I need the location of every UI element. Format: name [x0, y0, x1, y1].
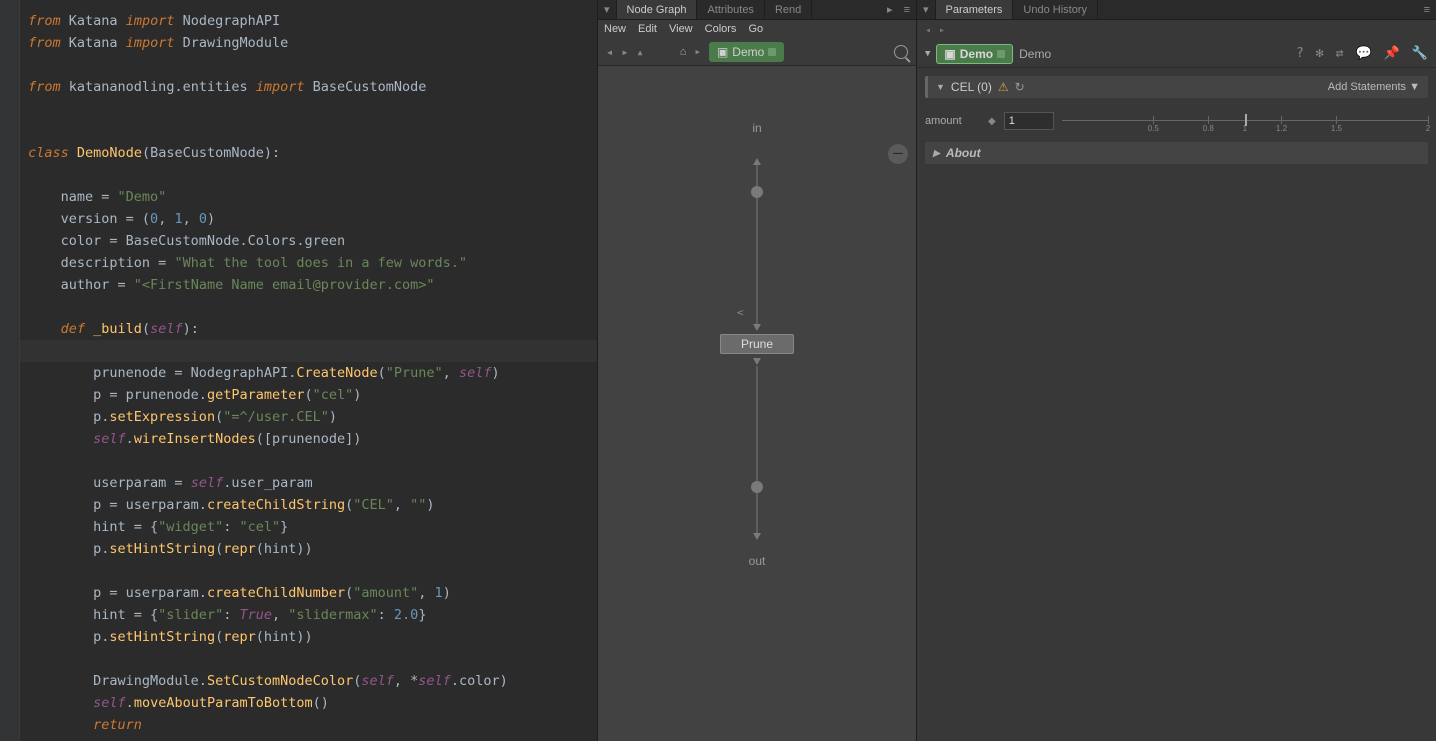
inherit-icon[interactable]: ⇄: [1336, 46, 1344, 61]
tab-dropdown-icon[interactable]: ▾: [598, 0, 617, 19]
chip-label: Demo: [960, 47, 993, 61]
search-icon[interactable]: [894, 45, 908, 59]
tab-undo-history[interactable]: Undo History: [1013, 0, 1098, 19]
port-in-label: in: [752, 121, 761, 135]
wrench-icon[interactable]: 🔧: [1412, 46, 1428, 61]
tab-parameters[interactable]: Parameters: [936, 0, 1014, 19]
tab-overflow-icon[interactable]: ▸: [882, 3, 898, 16]
gear-icon[interactable]: ✻: [1316, 46, 1324, 61]
nodegraph-tabbar: ▾ Node Graph Attributes Rend ▸ ≡: [598, 0, 916, 20]
warning-icon: ⚠: [998, 80, 1009, 94]
menu-new[interactable]: New: [604, 23, 626, 35]
tab-render[interactable]: Rend: [765, 0, 812, 19]
param-node-chip[interactable]: ▣ Demo: [936, 44, 1013, 64]
disclosure-icon[interactable]: ▼: [936, 82, 945, 92]
params-small-toolbar: ◂ ▸: [917, 20, 1436, 40]
nav-forward-icon[interactable]: ▸: [939, 25, 945, 36]
prune-node[interactable]: Prune: [720, 334, 794, 354]
menu-view[interactable]: View: [669, 23, 693, 35]
params-tabbar: ▾ Parameters Undo History ≡: [917, 0, 1436, 20]
disclosure-icon[interactable]: ▶: [933, 148, 940, 159]
amount-slider[interactable]: 0.50.811.21.52: [1062, 112, 1428, 130]
disclosure-icon[interactable]: ▼: [925, 49, 930, 59]
breadcrumb-separator-icon: ▸: [694, 45, 701, 58]
nodegraph-menubar: New Edit View Colors Go: [598, 20, 916, 38]
cel-label: CEL (0): [951, 80, 992, 94]
help-icon[interactable]: ?: [1296, 46, 1304, 61]
wire: [757, 366, 758, 481]
param-node-name: Demo: [1019, 47, 1051, 61]
param-header: ▼ ▣ Demo Demo ? ✻ ⇄ 💬 📌 🔧: [917, 40, 1436, 68]
nav-back-icon[interactable]: ◂: [606, 45, 613, 59]
cel-parameter-row[interactable]: ▼ CEL (0) ⚠ ↻ Add Statements ▼: [925, 76, 1428, 98]
nav-up-icon[interactable]: ▴: [636, 45, 643, 59]
folder-icon: ▣: [717, 45, 728, 59]
parameters-panel: ▾ Parameters Undo History ≡ ◂ ▸ ▼ ▣ Demo…: [917, 0, 1436, 741]
amount-input[interactable]: [1004, 112, 1054, 130]
tab-dropdown-icon[interactable]: ▾: [917, 0, 936, 19]
nodegraph-navbar: ◂ ▸ ▴ ⌂ ▸ ▣ Demo: [598, 38, 916, 66]
tab-node-graph[interactable]: Node Graph: [617, 0, 698, 19]
add-statements-button[interactable]: Add Statements ▼: [1328, 81, 1420, 93]
breadcrumb-demo-chip[interactable]: ▣ Demo: [709, 42, 784, 62]
tab-attributes[interactable]: Attributes: [697, 0, 764, 19]
about-label: About: [946, 146, 981, 160]
menu-go[interactable]: Go: [748, 23, 763, 35]
wire: [757, 198, 758, 328]
code-body[interactable]: from Katana import NodegraphAPI from Kat…: [20, 0, 597, 741]
nodegraph-panel: ▾ Node Graph Attributes Rend ▸ ≡ New Edi…: [597, 0, 917, 741]
param-body: ▼ CEL (0) ⚠ ↻ Add Statements ▼ amount ◆ …: [917, 68, 1436, 172]
breadcrumb-label: Demo: [732, 45, 764, 59]
input-port[interactable]: [751, 186, 763, 198]
chip-status-dot: [997, 50, 1005, 58]
chip-status-dot: [768, 48, 776, 56]
amount-parameter-row: amount ◆ 0.50.811.21.52: [925, 112, 1428, 130]
amount-label: amount: [925, 115, 980, 127]
menu-colors[interactable]: Colors: [705, 23, 737, 35]
graph-canvas[interactable]: – in < Prune out: [598, 66, 916, 741]
wire: [757, 493, 758, 533]
menu-edit[interactable]: Edit: [638, 23, 657, 35]
panel-menu-icon[interactable]: ≡: [1418, 4, 1436, 16]
nav-back-icon[interactable]: ◂: [925, 25, 931, 36]
angle-label: <: [737, 306, 744, 319]
output-port[interactable]: [751, 481, 763, 493]
home-icon[interactable]: ⌂: [680, 45, 687, 58]
arrow-icon: [753, 158, 761, 165]
arrow-icon: [753, 533, 761, 540]
code-gutter: [0, 0, 20, 741]
nav-forward-icon[interactable]: ▸: [621, 45, 628, 59]
panel-menu-icon[interactable]: ≡: [898, 4, 916, 16]
pin-icon[interactable]: 📌: [1384, 46, 1400, 61]
folder-icon: ▣: [944, 47, 955, 61]
keyframe-icon[interactable]: ◆: [988, 116, 996, 127]
arrow-icon: [753, 358, 761, 365]
refresh-icon[interactable]: ↻: [1015, 80, 1025, 94]
code-editor-panel: from Katana import NodegraphAPI from Kat…: [0, 0, 597, 741]
collapse-icon[interactable]: –: [888, 144, 908, 164]
comment-icon[interactable]: 💬: [1355, 46, 1371, 61]
arrow-icon: [753, 324, 761, 331]
wire: [757, 165, 758, 187]
about-section[interactable]: ▶ About: [925, 142, 1428, 164]
port-out-label: out: [749, 554, 766, 568]
